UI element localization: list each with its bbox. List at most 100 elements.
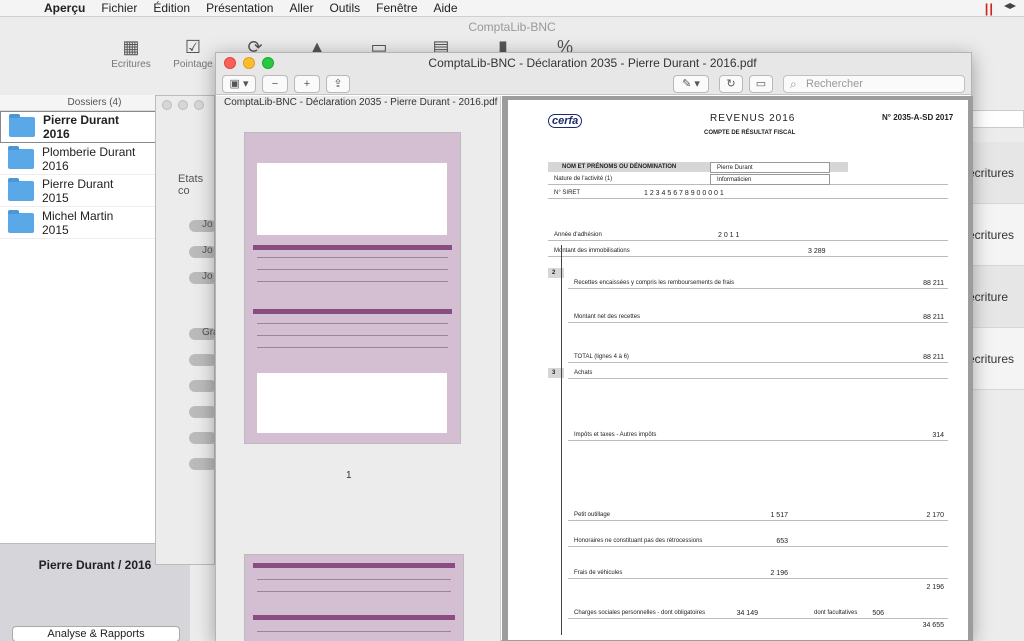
etats-window: Etats co Jo Jo Jo Gra <box>155 95 219 565</box>
share-button[interactable]: ⇪ <box>326 74 350 93</box>
pdf-page: cerfa REVENUS 2016 N° 2035-A-SD 2017 COM… <box>508 100 968 640</box>
page-thumbnail[interactable] <box>244 554 464 641</box>
adhesion-label: Année d'adhésion <box>554 232 602 238</box>
document-view[interactable]: cerfa REVENUS 2016 N° 2035-A-SD 2017 COM… <box>502 96 973 641</box>
list-item[interactable]: écriture <box>968 266 1024 328</box>
activity-field: Informaticien <box>710 174 830 185</box>
adhesion-value: 2 0 1 1 <box>718 232 740 239</box>
sidebar-toggle-button[interactable]: ▣ ▾ <box>222 74 256 93</box>
form-line: Impôts et taxes - Autres impôts 314 <box>568 430 948 441</box>
zoom-out-button[interactable]: − <box>262 74 288 93</box>
toolbar-ecritures[interactable]: ▦ Ecritures <box>100 37 162 77</box>
sidebar-doc-title: ComptaLib-BNC - Déclaration 2035 - Pierr… <box>224 97 498 108</box>
line-label: Achats <box>574 370 593 376</box>
etats-toggle[interactable] <box>189 406 217 418</box>
preview-window: ComptaLib-BNC - Déclaration 2035 - Pierr… <box>215 52 973 641</box>
comptalib-title: ComptaLib-BNC <box>468 20 556 34</box>
dossier-name: Michel Martin <box>42 208 114 223</box>
fullscreen-button[interactable] <box>262 57 274 69</box>
etats-toggle[interactable] <box>189 354 217 366</box>
search-input[interactable]: Rechercher <box>783 74 965 93</box>
pause-icon[interactable]: || <box>985 1 994 16</box>
line-label: Montant net des recettes <box>574 314 641 320</box>
etats-toggle[interactable] <box>189 432 217 444</box>
dossier-name: Pierre Durant <box>42 176 114 191</box>
etats-toggle[interactable] <box>189 458 217 470</box>
menu-fenetre[interactable]: Fenêtre <box>368 1 425 15</box>
line-label: Impôts et taxes - Autres impôts <box>574 432 657 438</box>
minimize-button[interactable] <box>178 100 188 110</box>
etats-toggle[interactable] <box>189 380 217 392</box>
dossier-year: 2015 <box>42 190 69 205</box>
dossier-name: Pierre Durant <box>43 113 120 127</box>
minimize-button[interactable] <box>243 57 255 69</box>
menu-bar: Aperçu Fichier Édition Présentation Alle… <box>0 0 1024 17</box>
thumbnail-sidebar: ComptaLib-BNC - Déclaration 2035 - Pierr… <box>216 96 501 641</box>
etats-item: Jo <box>202 245 213 256</box>
rotate-button[interactable]: ↻ <box>719 74 743 93</box>
close-button[interactable] <box>162 100 172 110</box>
page-thumbnail[interactable] <box>244 132 461 444</box>
line-value: 88 211 <box>923 354 944 361</box>
form-line: Charges sociales personnelles - dont obl… <box>568 608 948 619</box>
dossier-year: 2016 <box>42 158 69 173</box>
form-line: 34 655 <box>848 620 948 631</box>
toolbox-button[interactable]: ▭ <box>749 74 773 93</box>
line-value: 88 211 <box>923 314 944 321</box>
toolbar-ecritures-label: Ecritures <box>111 59 151 70</box>
menu-edition[interactable]: Édition <box>145 1 198 15</box>
line-value: 1 517 <box>770 512 788 519</box>
menu-aller[interactable]: Aller <box>281 1 321 15</box>
preview-toolbar: ▣ ▾ − + ⇪ ✎ ▾ ↻ ▭ Rechercher <box>216 73 971 95</box>
line-value: 2 196 <box>770 570 788 577</box>
dossier-name: Plomberie Durant <box>42 144 136 159</box>
folder-icon <box>9 114 35 137</box>
line-value: 314 <box>932 432 944 439</box>
siret-label: N° SIRET <box>554 190 581 196</box>
activity-label: Nature de l'activité (1) <box>554 176 613 182</box>
form-line: 2 196 <box>848 582 948 593</box>
siret-row: N° SIRET 1 2 3 4 5 6 7 8 9 0 0 0 0 1 <box>548 188 948 199</box>
form-line: TOTAL (lignes 4 à 6) 88 211 <box>568 352 948 363</box>
revenus-title: REVENUS 2016 <box>710 113 796 124</box>
line-value: 34 655 <box>922 622 944 629</box>
dropbox-icon[interactable] <box>1004 3 1016 9</box>
menu-presentation[interactable]: Présentation <box>198 1 281 15</box>
immo-row: Montant des immobilisations 3 289 <box>548 246 948 257</box>
right-search-field[interactable] <box>968 110 1024 128</box>
etats-label: Etats co <box>178 173 204 197</box>
line-value: 2 170 <box>926 512 944 519</box>
list-item[interactable]: écritures <box>968 328 1024 390</box>
cerfa-logo: cerfa <box>548 114 583 128</box>
form-line: Montant net des recettes 88 211 <box>568 312 948 323</box>
line-value: 2 196 <box>926 584 944 591</box>
immo-value: 3 289 <box>808 248 826 255</box>
form-line: Honoraires ne constituant pas des rétroc… <box>568 536 948 547</box>
menu-fichier[interactable]: Fichier <box>93 1 145 15</box>
form-line: Frais de véhicules 2 196 <box>568 568 948 579</box>
form-line: Recettes encaissées y compris les rembou… <box>568 278 948 289</box>
name-field: Pierre Durant <box>710 162 830 173</box>
line-value: 506 <box>872 610 884 617</box>
line-label: Charges sociales personnelles - dont obl… <box>574 610 706 616</box>
line-label: Frais de véhicules <box>574 570 623 576</box>
menu-outils[interactable]: Outils <box>321 1 368 15</box>
zoom-in-button[interactable]: + <box>294 74 320 93</box>
analyse-rapports-button[interactable]: Analyse & Rapports <box>12 626 180 641</box>
menu-app-name[interactable]: Aperçu <box>36 1 93 15</box>
list-item[interactable]: écritures <box>968 142 1024 204</box>
list-item[interactable]: écritures <box>968 204 1024 266</box>
line-label: dont facultatives <box>814 610 858 616</box>
line-label: TOTAL (lignes 4 à 6) <box>574 354 629 360</box>
line-label: Recettes encaissées y compris les rembou… <box>574 280 735 286</box>
ecritures-list: écritures écritures écriture écritures <box>968 142 1024 390</box>
preview-titlebar: ComptaLib-BNC - Déclaration 2035 - Pierr… <box>216 53 971 73</box>
folder-icon <box>8 177 34 201</box>
close-button[interactable] <box>224 57 236 69</box>
preview-window-title: ComptaLib-BNC - Déclaration 2035 - Pierr… <box>428 56 757 70</box>
menu-aide[interactable]: Aide <box>426 1 466 15</box>
markup-button[interactable]: ✎ ▾ <box>673 74 709 93</box>
zoom-button[interactable] <box>194 100 204 110</box>
etats-item: Jo <box>202 219 213 230</box>
line-value: 653 <box>776 538 788 545</box>
